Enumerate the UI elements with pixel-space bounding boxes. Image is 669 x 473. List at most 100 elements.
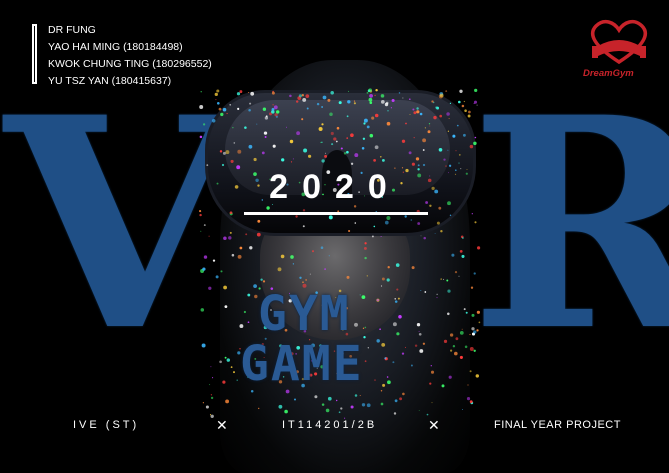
paint-dot [236,92,241,96]
paint-dot [271,107,275,111]
paint-dot [295,215,298,218]
paint-dot [215,275,219,279]
paint-dot [350,162,354,165]
paint-dot [265,115,268,118]
paint-dot [420,289,422,292]
paint-dot [275,115,278,118]
paint-dot [429,382,432,385]
paint-dot [470,286,474,289]
footer-course-code: IT114201/2B [282,419,378,431]
paint-dot [220,112,224,117]
paint-dot [447,289,451,293]
paint-dot [411,162,415,166]
paint-dot [459,250,463,253]
paint-dot [289,94,292,98]
paint-dot [474,88,478,93]
paint-dot [431,100,434,103]
paint-dot [434,233,436,235]
paint-dot [396,288,399,291]
paint-dot [296,131,301,136]
paint-dot [386,121,391,126]
paint-dot [316,102,320,106]
paint-dot [379,155,382,158]
paint-dot [346,150,349,154]
paint-dot [214,92,218,97]
paint-dot [202,123,206,126]
paint-dot [216,182,219,185]
paint-dot [458,100,461,104]
paint-dot [459,89,463,93]
paint-dot [416,110,420,114]
paint-dot [443,278,445,280]
paint-dot [466,169,468,171]
paint-dot [254,294,258,299]
paint-dot [321,106,323,108]
paint-dot [225,399,230,404]
paint-dot [208,286,212,290]
paint-dot [223,236,227,241]
paint-dot [438,206,442,210]
paint-dot [364,326,367,329]
paint-dot [463,100,466,103]
paint-dot [219,360,222,364]
paint-dot [471,213,473,215]
paint-dot [257,407,260,410]
credit-line: YU TSZ YAN (180415637) [48,75,172,87]
paint-dot [289,139,294,144]
paint-dot [327,396,332,401]
paint-dot [418,332,422,336]
paint-dot [210,394,213,396]
paint-dot [321,403,325,406]
logo-word-dream: Dream [583,68,613,79]
paint-dot [473,272,476,275]
paint-dot [223,285,228,290]
paint-dot [462,409,463,411]
paint-dot [443,158,446,161]
paint-dot [226,112,228,115]
credit-line: YAO HAI MING (180184498) [48,41,183,53]
year-underline [244,212,428,215]
paint-dot [412,108,415,111]
paint-dot [471,327,475,331]
paint-dot [209,414,212,416]
paint-dot [427,130,431,134]
paint-dot [366,125,370,129]
paint-dot [331,143,334,146]
paint-dot [280,254,285,259]
paint-dot [465,311,468,314]
paint-dot [264,136,267,138]
paint-dot [447,172,449,174]
game-title-gym: GYM [258,286,351,342]
paint-dot [248,92,250,93]
paint-dot [256,232,261,237]
paint-dot [230,159,234,163]
paint-dot [239,324,244,329]
paint-dot [395,263,400,267]
paint-dot [222,107,227,112]
paint-dot [226,358,230,362]
paint-dot [336,126,340,130]
paint-dot [321,123,324,126]
paint-dot [373,225,376,228]
paint-dot [419,112,423,116]
paint-dot [199,135,203,139]
credit-line: KWOK CHUNG TING (180296552) [48,58,212,70]
paint-dot [273,105,278,110]
paint-dot [464,109,467,112]
paint-dot [329,112,333,116]
paint-dot [294,398,296,401]
paint-dot [205,405,209,409]
paint-dot [408,98,411,101]
paint-dot [359,395,361,397]
paint-dot [233,371,235,374]
paint-dot [448,164,452,167]
paint-dot [419,349,424,353]
paint-dot [302,225,305,228]
paint-dot [200,308,205,312]
paint-dot [233,142,236,144]
paint-dot [271,91,275,95]
paint-dot [469,144,474,149]
paint-dot [328,255,330,257]
paint-dot [447,312,450,316]
paint-dot [262,280,266,283]
